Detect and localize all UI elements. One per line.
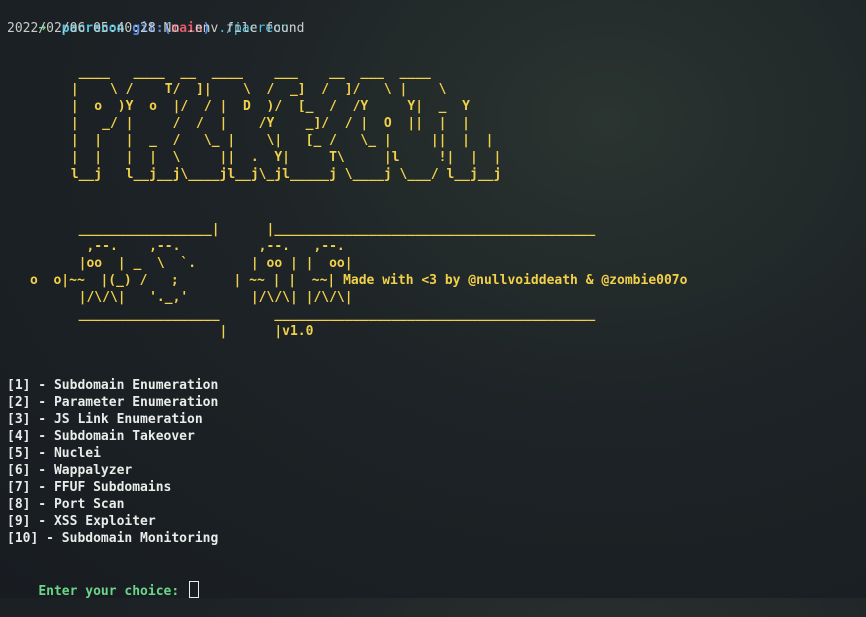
- logo-line: | | | | \ || . Y| T\ |l !| | |: [63, 150, 502, 165]
- credits-tagline: Made with <3 by @nullvoiddeath & @zombie…: [343, 273, 688, 288]
- menu-item: [7] - FFUF Subdomains: [7, 480, 172, 495]
- choice-prompt[interactable]: Enter your choice:: [7, 564, 200, 599]
- art-line: _________________| |____________________…: [63, 222, 596, 237]
- logo-line: l__j l__j__j\____jl__j\_jl_____j \____j …: [63, 167, 502, 182]
- menu-item: [4] - Subdomain Takeover: [7, 429, 195, 444]
- art-line: __________________ _____________________…: [63, 307, 596, 322]
- art-line: |oo | _ \ `. | oo | | oo|: [63, 256, 353, 271]
- log-message: 2022/02/06 05:40:28 No .env file found: [7, 21, 305, 36]
- art-line: |/\/\| '._,' |/\/\| |/\/\|: [63, 290, 353, 305]
- menu-item: [8] - Port Scan: [7, 497, 125, 512]
- logo-line: | _/ | / / | /Y _]/ / | O || | |: [63, 116, 470, 131]
- menu-item: [10] - Subdomain Monitoring: [7, 531, 219, 546]
- menu-item: [1] - Subdomain Enumeration: [7, 378, 219, 393]
- logo-line: | \ / T/ ]| \ / _] / ]/ \ | \: [63, 82, 447, 97]
- version-label: v1.0: [282, 324, 314, 339]
- shell-prompt: ➜ pacrecon git:(main) ./pacrecon: [7, 3, 296, 36]
- menu-item: [5] - Nuclei: [7, 446, 101, 461]
- menu-item: [9] - XSS Exploiter: [7, 514, 156, 529]
- logo-line: | o )Y o |/ / | D )/ [_ / /Y Y| _ Y: [63, 99, 470, 114]
- logo-line: | | | _ / \_ | \| [_ / \_ | || | |: [63, 133, 494, 148]
- terminal-window[interactable]: ➜ pacrecon git:(main) ./pacrecon 2022/02…: [0, 0, 866, 599]
- menu-item: [3] - JS Link Enumeration: [7, 412, 203, 427]
- art-line-text: | |: [63, 324, 283, 339]
- logo-line: ____ ____ __ ____ ___ __ ___ ____: [63, 65, 431, 80]
- choice-label: Enter your choice:: [38, 584, 188, 599]
- art-line: o o|~~ |(_) / ; | ~~ | | ~~| Made with <…: [30, 272, 687, 289]
- text-cursor[interactable]: [189, 581, 200, 598]
- art-line: ,--. ,--. ,--. ,--.: [63, 239, 345, 254]
- art-line: | |v1.0: [63, 323, 314, 340]
- menu-item: [6] - Wappalyzer: [7, 463, 133, 478]
- art-line-text: o o|~~ |(_) / ; | ~~ | | ~~|: [30, 273, 336, 288]
- menu-item: [2] - Parameter Enumeration: [7, 395, 219, 410]
